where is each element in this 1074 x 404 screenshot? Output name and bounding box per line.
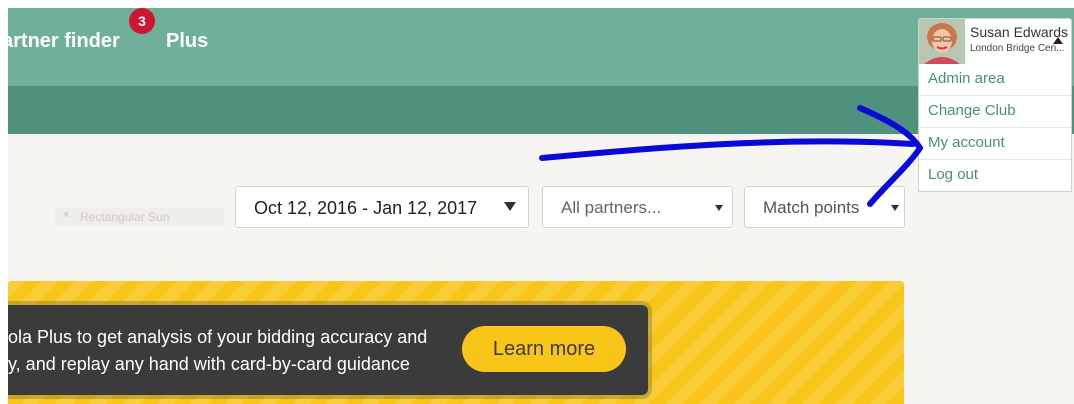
- sub-nav-bar: [8, 86, 1074, 134]
- promo-text-line-1: nola Plus to get analysis of your biddin…: [8, 327, 428, 347]
- app-frame: artner finder 3 Plus Susan Edwards Londo…: [8, 8, 1074, 404]
- close-icon: ✕: [62, 210, 71, 221]
- faded-filter-tag-label: Rectangular Sun: [80, 210, 170, 224]
- scoring-select[interactable]: Match points: [744, 186, 905, 228]
- menu-item-admin-area[interactable]: Admin area: [919, 64, 1071, 95]
- top-nav-bar: artner finder 3 Plus: [8, 8, 1074, 86]
- date-range-value: Oct 12, 2016 - Jan 12, 2017: [254, 198, 478, 218]
- date-range-select[interactable]: Oct 12, 2016 - Jan 12, 2017: [235, 186, 529, 228]
- user-menu-toggle[interactable]: Susan Edwards London Bridge Cen...: [918, 18, 1072, 66]
- chevron-down-icon: [891, 205, 899, 211]
- avatar: [919, 19, 965, 65]
- promo-text-line-2: ay, and replay any hand with card-by-car…: [8, 354, 410, 374]
- partners-select[interactable]: All partners...: [542, 186, 733, 228]
- caret-up-icon: [1053, 37, 1063, 44]
- learn-more-button[interactable]: Learn more: [462, 326, 626, 372]
- nav-plus[interactable]: Plus: [166, 30, 208, 53]
- scoring-value: Match points: [763, 198, 860, 217]
- chevron-down-icon: [504, 202, 516, 211]
- menu-item-change-club[interactable]: Change Club: [919, 95, 1071, 127]
- faded-filter-tag: ✕ Rectangular Sun: [54, 208, 224, 226]
- promo-message-box: nola Plus to get analysis of your biddin…: [8, 305, 648, 395]
- menu-item-log-out[interactable]: Log out: [919, 159, 1071, 191]
- user-avatar-image: [919, 19, 965, 65]
- menu-item-my-account[interactable]: My account: [919, 127, 1071, 159]
- chevron-down-icon: [715, 205, 723, 211]
- nav-partner-finder[interactable]: artner finder: [8, 30, 120, 53]
- user-club: London Bridge Cen...: [970, 43, 1065, 54]
- notification-badge: 3: [129, 8, 155, 34]
- user-dropdown-menu: Admin area Change Club My account Log ou…: [918, 64, 1072, 192]
- partners-value: All partners...: [561, 198, 662, 217]
- promo-banner: nola Plus to get analysis of your biddin…: [8, 281, 904, 404]
